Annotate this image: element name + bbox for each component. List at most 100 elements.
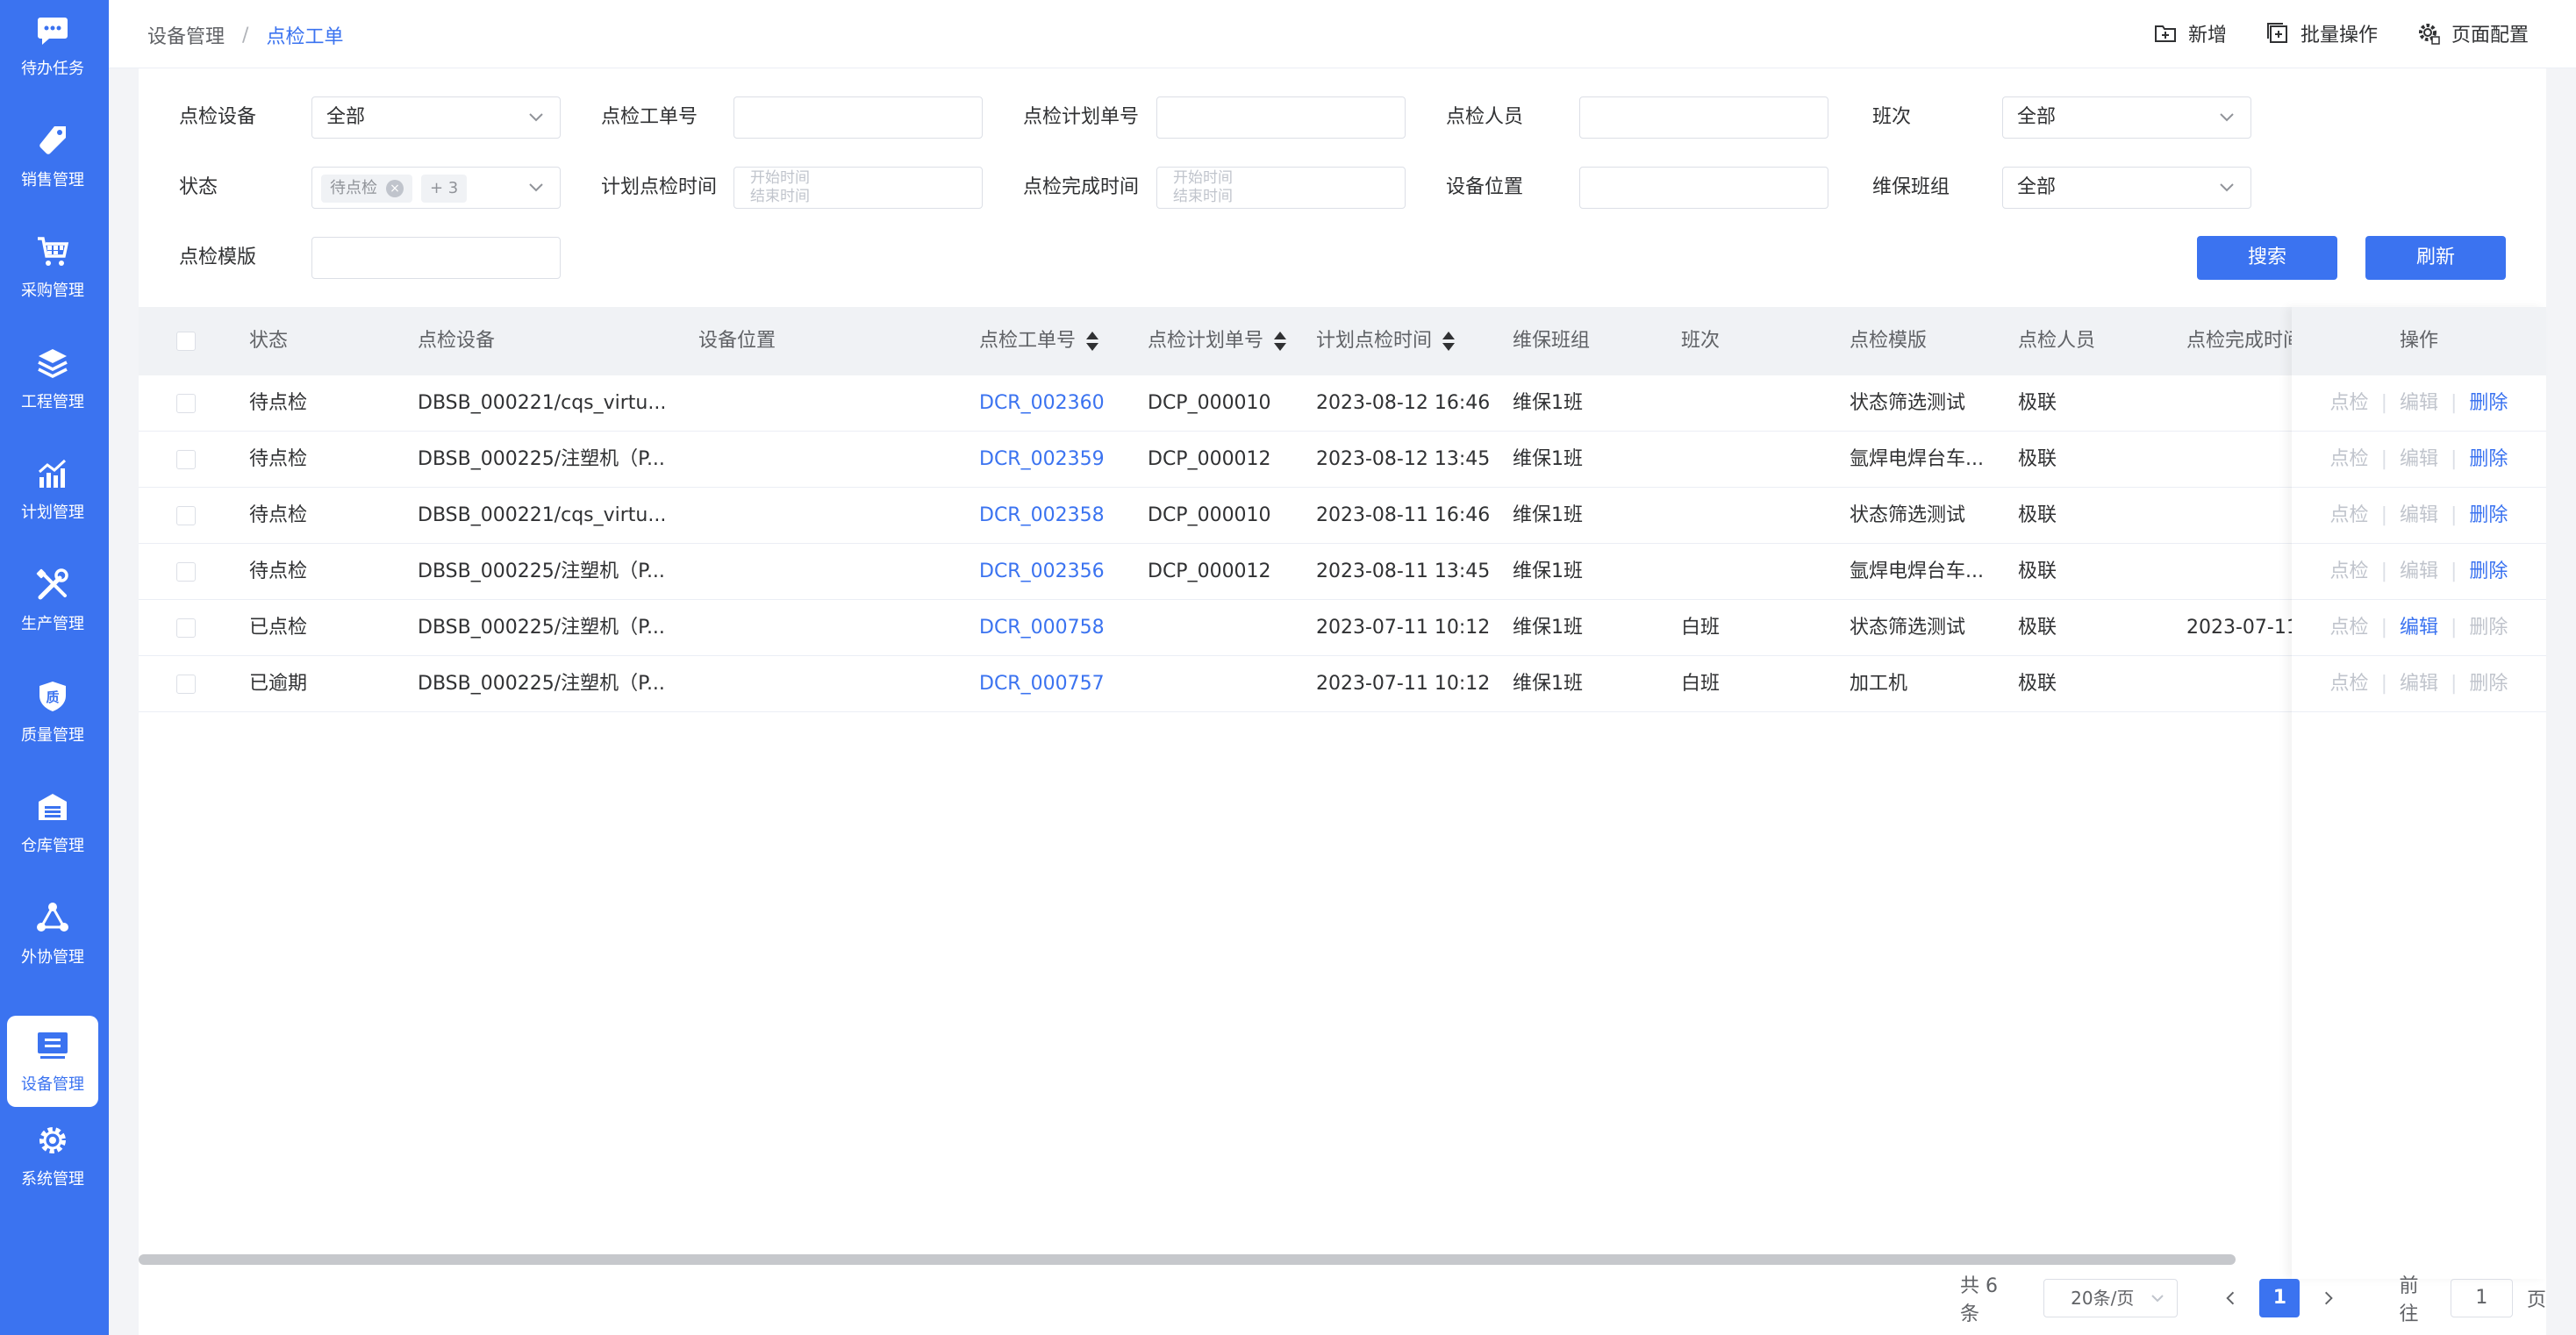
column-header-status: 状态: [249, 330, 289, 352]
column-header-plan-no-label: 点检计划单号: [1148, 330, 1264, 352]
edit-button[interactable]: 编辑: [2400, 448, 2438, 470]
done-time-range-picker[interactable]: 开始时间 结束时间: [1156, 167, 1406, 209]
done-time-filter-label: 点检完成时间: [1023, 176, 1140, 198]
column-header-plan-no[interactable]: 点检计划单号: [1148, 307, 1287, 375]
status-tag-text: 待点检: [330, 179, 377, 197]
edit-button[interactable]: 编辑: [2400, 392, 2438, 414]
tag-icon: [39, 126, 66, 154]
column-header-plan-time-label: 计划点检时间: [1316, 330, 1433, 352]
inspect-button[interactable]: 点检: [2330, 392, 2369, 414]
sort-icon[interactable]: [1274, 330, 1287, 353]
op-separator: |: [2380, 560, 2387, 582]
row-checkbox[interactable]: [176, 618, 196, 638]
breadcrumb-parent[interactable]: 设备管理: [147, 21, 225, 49]
batch-operation-label: 批量操作: [2300, 25, 2378, 46]
batch-operation-button[interactable]: 批量操作: [2265, 18, 2378, 49]
page-config-button[interactable]: 页面配置: [2416, 18, 2529, 49]
sidebar-item-plan[interactable]: 计划管理: [7, 444, 98, 535]
row-checkbox[interactable]: [176, 450, 196, 469]
delete-button[interactable]: 删除: [2469, 617, 2508, 639]
delete-button[interactable]: 删除: [2469, 448, 2508, 470]
cell-inspector: 极联: [2018, 448, 2057, 470]
cell-order-no-link[interactable]: DCR_002359: [979, 432, 1105, 488]
inspect-button[interactable]: 点检: [2330, 560, 2369, 582]
cell-order-no-link[interactable]: DCR_002358: [979, 488, 1105, 544]
page-size-select[interactable]: 20条/页: [2043, 1279, 2179, 1317]
sidebar-item-outsource[interactable]: 外协管理: [7, 889, 98, 980]
tag-close-icon[interactable]: ×: [386, 180, 404, 197]
sidebar-item-sales[interactable]: 销售管理: [7, 111, 98, 203]
cell-template: 状态筛选测试: [1850, 617, 1966, 639]
edit-button[interactable]: 编辑: [2400, 504, 2438, 526]
cell-order-no-link[interactable]: DCR_000758: [979, 600, 1105, 656]
team-select[interactable]: 全部: [2002, 167, 2251, 209]
plan-no-input[interactable]: [1156, 96, 1406, 139]
inspect-button[interactable]: 点检: [2330, 504, 2369, 526]
edit-button[interactable]: 编辑: [2400, 617, 2438, 639]
sidebar-item-label: 质量管理: [21, 726, 84, 745]
column-header-shift: 班次: [1681, 330, 1721, 352]
op-separator: |: [2451, 673, 2458, 695]
sidebar-item-todo[interactable]: 待办任务: [7, 0, 98, 91]
inspect-button[interactable]: 点检: [2330, 448, 2369, 470]
warehouse-icon: [39, 794, 67, 820]
sort-icon[interactable]: [1442, 330, 1456, 353]
add-button[interactable]: 新增: [2153, 18, 2227, 49]
sidebar-item-production[interactable]: 生产管理: [7, 555, 98, 646]
team-filter-label: 维保班组: [1872, 176, 1950, 198]
row-checkbox[interactable]: [176, 506, 196, 525]
inspector-input[interactable]: [1579, 96, 1828, 139]
cell-order-no-link[interactable]: DCR_002356: [979, 544, 1105, 600]
template-input[interactable]: [311, 237, 561, 279]
next-page-icon[interactable]: [2319, 1289, 2337, 1308]
location-input[interactable]: [1579, 167, 1828, 209]
prev-page-icon[interactable]: [2222, 1289, 2240, 1308]
sidebar-item-engineering[interactable]: 工程管理: [7, 333, 98, 425]
cell-status: 待点检: [249, 448, 308, 470]
row-checkbox[interactable]: [176, 562, 196, 582]
cell-order-no-link[interactable]: DCR_000757: [979, 656, 1105, 712]
total-count: 共 6 条: [1960, 1275, 1998, 1325]
horizontal-scrollbar[interactable]: [139, 1254, 2236, 1265]
delete-button[interactable]: 删除: [2469, 504, 2508, 526]
row-checkbox[interactable]: [176, 675, 196, 694]
inspect-button[interactable]: 点检: [2330, 617, 2369, 639]
row-checkbox[interactable]: [176, 394, 196, 413]
column-header-plan-time[interactable]: 计划点检时间: [1316, 307, 1456, 375]
delete-button[interactable]: 删除: [2469, 392, 2508, 414]
status-more-tag: + 3: [421, 175, 468, 203]
shift-select[interactable]: 全部: [2002, 96, 2251, 139]
cell-device: DBSB_000225/注塑机（P...: [418, 673, 665, 695]
inspect-button[interactable]: 点检: [2330, 673, 2369, 695]
order-no-input[interactable]: [733, 96, 983, 139]
delete-button[interactable]: 删除: [2469, 560, 2508, 582]
table-row: 待点检 DBSB_000225/注塑机（P... DCR_002359 DCP_…: [139, 432, 2546, 488]
network-icon: [37, 903, 68, 932]
column-header-order-no[interactable]: 点检工单号: [979, 307, 1099, 375]
plan-no-filter-label: 点检计划单号: [1023, 106, 1140, 128]
sidebar-item-quality[interactable]: 质 质量管理: [7, 667, 98, 758]
sidebar-item-device[interactable]: 设备管理: [7, 1016, 98, 1107]
sidebar-item-purchase[interactable]: 采购管理: [7, 222, 98, 313]
goto-page-input[interactable]: 1: [2450, 1279, 2513, 1317]
sort-icon[interactable]: [1086, 330, 1099, 353]
page-number-current[interactable]: 1: [2259, 1279, 2301, 1317]
device-select[interactable]: 全部: [311, 96, 561, 139]
select-all-checkbox[interactable]: [176, 332, 196, 351]
refresh-button[interactable]: 刷新: [2365, 236, 2506, 280]
delete-button[interactable]: 删除: [2469, 673, 2508, 695]
page-config-label: 页面配置: [2451, 25, 2529, 46]
status-multiselect[interactable]: 待点检 × + 3: [311, 167, 561, 209]
cell-template: 氩焊电焊台车...: [1850, 448, 1984, 470]
sidebar-item-system[interactable]: 系统管理: [7, 1110, 98, 1202]
edit-button[interactable]: 编辑: [2400, 560, 2438, 582]
edit-button[interactable]: 编辑: [2400, 673, 2438, 695]
shift-select-value: 全部: [2017, 106, 2057, 128]
top-bar: 设备管理 / 点检工单 新增 批量操作 页面配置: [109, 0, 2576, 68]
cell-order-no-link[interactable]: DCR_002360: [979, 375, 1105, 432]
sidebar-item-warehouse[interactable]: 仓库管理: [7, 777, 98, 868]
cell-template: 状态筛选测试: [1850, 504, 1966, 526]
pagination: 共 6 条 20条/页 1 前往 1 页: [1960, 1275, 2546, 1325]
plan-time-range-picker[interactable]: 开始时间 结束时间: [733, 167, 983, 209]
search-button[interactable]: 搜索: [2197, 236, 2337, 280]
